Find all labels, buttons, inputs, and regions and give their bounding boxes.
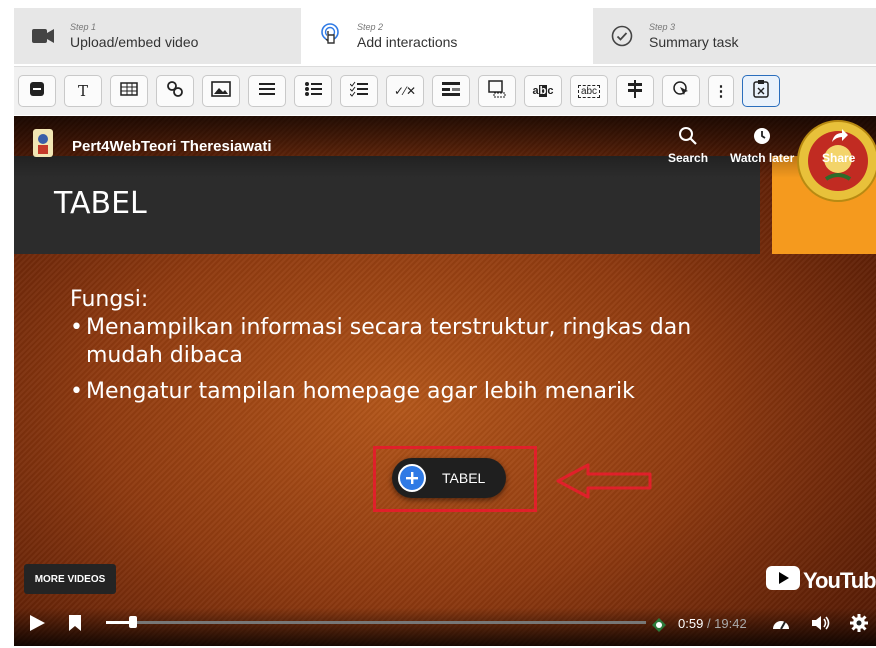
slide-title: TABEL [54,186,147,221]
fill-blanks-tool-button[interactable]: abc [570,75,608,107]
true-false-tool-button[interactable]: ✓⁄✕ [386,75,424,107]
search-button[interactable]: Search [668,126,708,165]
drag-area-icon [488,80,506,102]
fill-blanks-icon: abc [577,84,601,98]
table-icon [120,82,138,100]
crossroads-tool-button[interactable] [616,75,654,107]
video-camera-icon [30,23,56,49]
step-label: Summary task [649,33,739,50]
youtube-play-icon [766,566,800,596]
volume-icon [812,616,830,630]
drag-drop-icon [442,81,460,101]
bookmark-button[interactable] [64,612,86,634]
slide-bullet: • Mengatur tampilan homepage agar lebih m… [70,378,726,406]
plus-icon [398,464,426,492]
link-tool-button[interactable] [156,75,194,107]
step-summary-task[interactable]: Step 3 Summary task [593,8,876,64]
progress-knob[interactable] [129,616,137,628]
steps-bar: Step 1 Upload/embed video Step 2 Add int… [14,8,876,64]
slide-bullet: • Menampilkan informasi secara terstruktu… [70,314,726,370]
search-label: Search [668,151,709,165]
progress-bar[interactable] [106,616,646,628]
submit-screen-icon [753,80,769,102]
image-icon [211,81,231,101]
volume-button[interactable] [810,612,832,634]
statements-tool-button[interactable] [248,75,286,107]
submit-screen-tool-button[interactable] [742,75,780,107]
drag-drop-tool-button[interactable] [432,75,470,107]
bookmark-icon [69,615,81,631]
duration: / 19:42 [706,616,747,631]
share-icon [829,129,849,149]
step-number: Step 1 [70,21,97,32]
gear-icon [850,614,868,632]
share-label: Share [822,151,856,165]
interactions-toolbar: T ✓⁄✕ abc abc ⋮ [14,66,876,115]
pointer-arrow-icon [554,461,654,506]
channel-name[interactable]: Pert4WebTeori Theresiawati [72,138,272,155]
hotspot-icon [672,80,690,102]
step-label: Add interactions [357,33,458,50]
interaction-label: TABEL [442,470,486,486]
drag-and-drop-area-tool-button[interactable] [478,75,516,107]
watch-later-label: Watch later [730,151,795,165]
table-tool-button[interactable] [110,75,148,107]
true-false-icon: ✓⁄✕ [393,84,417,98]
share-button[interactable]: Share [822,126,855,165]
step-upload-embed[interactable]: Step 1 Upload/embed video [14,8,301,64]
text-tool-button[interactable]: T [64,75,102,107]
single-choice-tool-button[interactable] [294,75,332,107]
channel-logo[interactable] [32,128,54,158]
clock-icon [752,128,772,149]
link-icon [166,80,184,102]
current-time: 0:59 [678,616,704,631]
settings-button[interactable] [848,612,870,634]
label-icon [29,81,45,101]
mark-words-icon: abc [532,85,554,97]
step-number: Step 2 [357,21,384,32]
watch-later-button[interactable]: Watch later [730,126,794,165]
crossroads-icon [627,80,643,102]
end-marker-icon [648,614,670,636]
speedometer-icon [773,621,789,630]
step-label: Upload/embed video [70,33,199,50]
more-videos-button[interactable]: MORE VIDEOS [24,564,116,594]
multiple-choice-tool-button[interactable] [340,75,378,107]
youtube-logo[interactable]: YouTube [766,566,876,596]
step-number: Step 3 [649,21,676,32]
text-icon: T [77,82,88,100]
label-tool-button[interactable] [18,75,56,107]
slide-heading: Fungsi: [70,287,149,312]
touch-pointer-icon [317,23,343,49]
bullet-text: Mengatur tampilan homepage agar lebih me… [86,379,635,404]
image-tool-button[interactable] [202,75,240,107]
statements-icon [259,82,275,100]
search-icon [678,127,698,149]
more-tools-button[interactable]: ⋮ [708,75,734,107]
single-choice-icon [304,81,322,101]
video-player[interactable]: TABEL Pert4WebTeori Theresiawati Search … [14,116,876,646]
play-icon [30,615,45,631]
time-display: 0:59 / 19:42 [678,616,747,631]
step-add-interactions[interactable]: Step 2 Add interactions [301,8,593,64]
play-button[interactable] [26,612,48,634]
navigation-hotspot-tool-button[interactable] [662,75,700,107]
mark-words-tool-button[interactable]: abc [524,75,562,107]
bullet-text: Menampilkan informasi secara terstruktur… [86,315,692,368]
youtube-wordmark: YouTube [803,568,876,593]
bandwidth-button[interactable] [770,612,792,634]
more-vertical-icon: ⋮ [713,83,729,100]
multiple-choice-icon [349,81,368,101]
slide-content: Fungsi: • Menampilkan informasi secara te… [70,286,726,406]
check-circle-icon [609,23,635,49]
tabel-interaction-button[interactable]: TABEL [392,458,506,498]
